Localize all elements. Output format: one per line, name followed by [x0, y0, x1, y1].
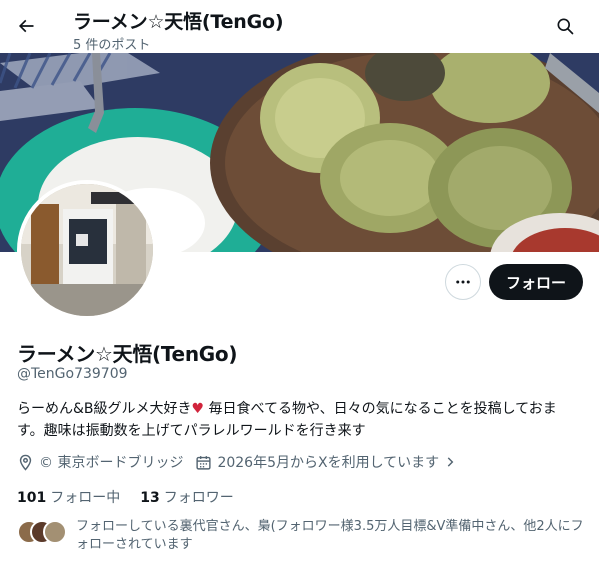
back-arrow-icon — [18, 19, 34, 33]
location-icon — [19, 454, 32, 471]
top-bar: ラーメン☆天悟(TenGo) 5 件のポスト — [0, 0, 599, 53]
post-count: 5 件のポスト — [73, 38, 151, 53]
profile-avatar[interactable] — [17, 180, 157, 320]
following-count: 101 — [17, 490, 47, 506]
back-button[interactable] — [8, 8, 44, 44]
heart-icon: ♥ — [191, 401, 205, 417]
location-text: © 東京ボードブリッジ — [39, 455, 184, 471]
profile-name: ラーメン☆天悟(TenGo) — [17, 342, 238, 366]
more-icon — [456, 280, 470, 284]
followed-by-text: フォローしている裏代官さん、梟(フォロワー様3.5万人目標&V準備中さん、他2人… — [76, 519, 584, 552]
follow-stats: 101 フォロー中 13 フォロワー — [17, 487, 254, 507]
followers-link[interactable]: 13 フォロワー — [140, 487, 233, 507]
follow-button[interactable]: フォロー — [489, 264, 583, 300]
following-label: フォロー中 — [50, 490, 121, 506]
header-title: ラーメン☆天悟(TenGo) — [73, 11, 284, 33]
following-link[interactable]: 101 フォロー中 — [17, 487, 120, 507]
followers-count: 13 — [140, 490, 160, 506]
followers-you-know[interactable]: フォローしている裏代官さん、梟(フォロワー様3.5万人目標&V準備中さん、他2人… — [17, 518, 596, 554]
followers-label: フォロワー — [163, 490, 234, 506]
mutual-avatar — [43, 520, 67, 544]
joined-text: 2026年5月からXを利用しています — [217, 455, 440, 471]
location-item: © 東京ボードブリッジ — [17, 452, 183, 472]
calendar-icon — [196, 455, 212, 470]
profile-bio: らーめん&B級グルメ大好き♥ 毎日食べてる物や、日々の気になることを投稿しておま… — [17, 398, 582, 442]
chevron-right-icon — [447, 457, 454, 467]
search-button[interactable] — [547, 8, 583, 44]
profile-meta: © 東京ボードブリッジ 2026年5月からXを利用しています — [17, 451, 474, 473]
profile-handle: @TenGo739709 — [17, 366, 128, 382]
search-icon — [557, 18, 574, 35]
bio-text-start: らーめん&B級グルメ大好き — [17, 401, 192, 417]
more-options-button[interactable] — [445, 264, 481, 300]
mutual-avatars — [17, 520, 69, 546]
joined-date[interactable]: 2026年5月からXを利用しています — [195, 452, 462, 472]
